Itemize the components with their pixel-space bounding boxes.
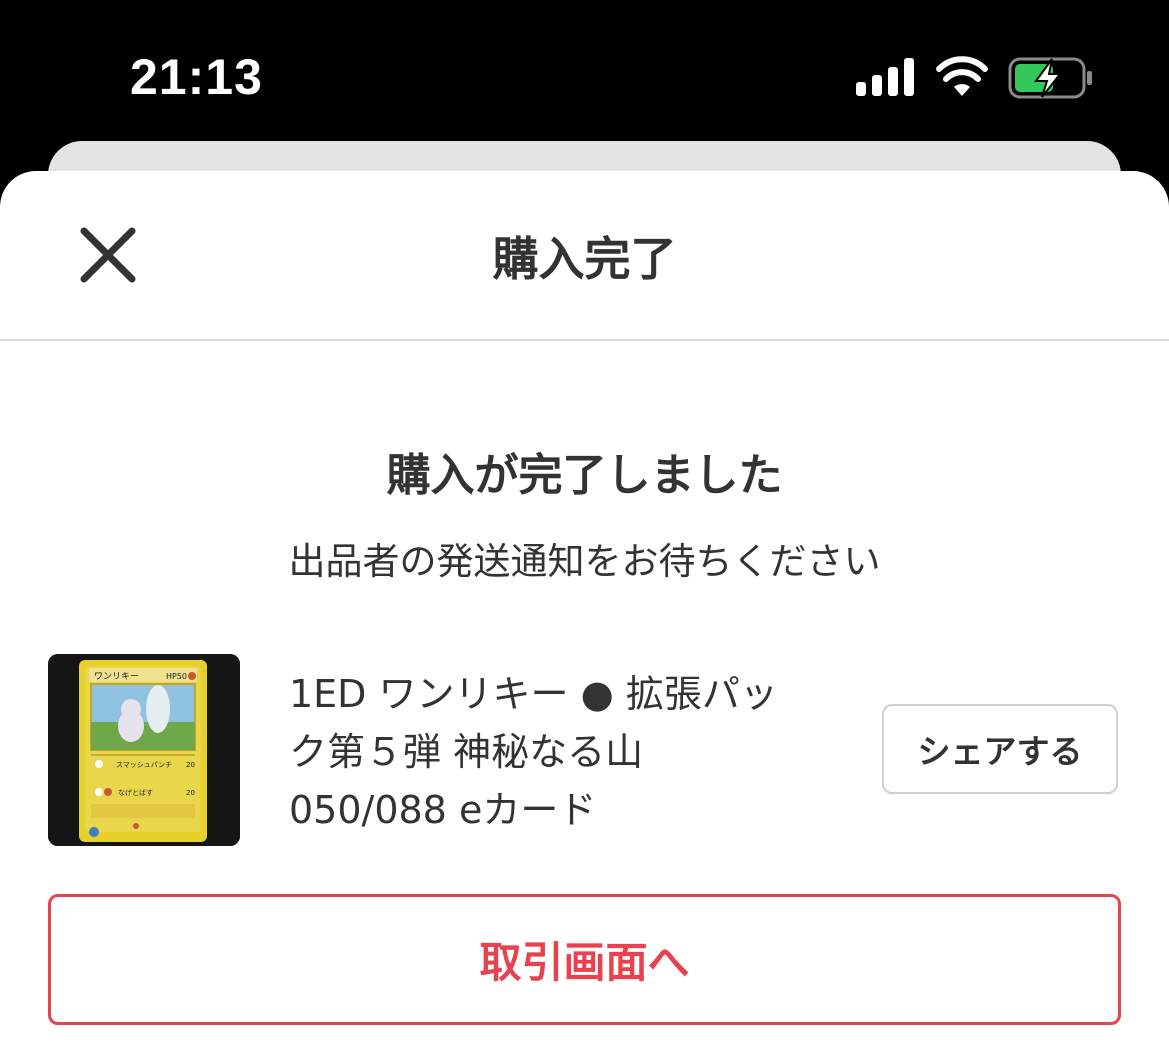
share-button[interactable]: シェアする bbox=[882, 704, 1118, 794]
item-title-line: 1ED ワンリキー ● 拡張パッ bbox=[289, 672, 778, 716]
item-title-line: ク第５弾 神秘なる山 bbox=[289, 730, 644, 774]
pokemon-card-image: ワンリキー HP50 スマッシュパンチ 20 なげとばす 20 bbox=[48, 654, 240, 846]
status-bar: 21:13 bbox=[0, 0, 1169, 160]
attack2-name: なげとばす bbox=[118, 788, 153, 797]
page-title: 購入完了 bbox=[492, 232, 677, 286]
go-to-transaction-button[interactable]: 取引画面へ bbox=[48, 894, 1121, 1025]
sheet-header: 購入完了 bbox=[0, 171, 1169, 341]
battery-charging-icon bbox=[1008, 57, 1092, 99]
completion-message: 購入が完了しました bbox=[386, 450, 783, 501]
status-time: 21:13 bbox=[130, 49, 263, 105]
card-name: ワンリキー bbox=[94, 672, 139, 682]
cellular-signal-icon bbox=[856, 58, 914, 96]
purchase-complete-sheet: 購入完了 購入が完了しました 出品者の発送通知をお待ちください ワンリキー HP… bbox=[0, 171, 1169, 1064]
item-title: 1ED ワンリキー ● 拡張パッ ク第５弾 神秘なる山 050/088 eカード bbox=[289, 665, 849, 839]
card-hp: HP50 bbox=[166, 672, 187, 681]
attack1-damage: 20 bbox=[186, 761, 195, 769]
attack2-damage: 20 bbox=[186, 789, 195, 797]
wifi-icon bbox=[936, 56, 988, 96]
completion-subtitle: 出品者の発送通知をお待ちください bbox=[288, 540, 881, 583]
item-thumbnail[interactable]: ワンリキー HP50 スマッシュパンチ 20 なげとばす 20 bbox=[48, 654, 240, 846]
item-title-line: 050/088 eカード bbox=[289, 788, 597, 832]
attack1-name: スマッシュパンチ bbox=[116, 761, 172, 769]
